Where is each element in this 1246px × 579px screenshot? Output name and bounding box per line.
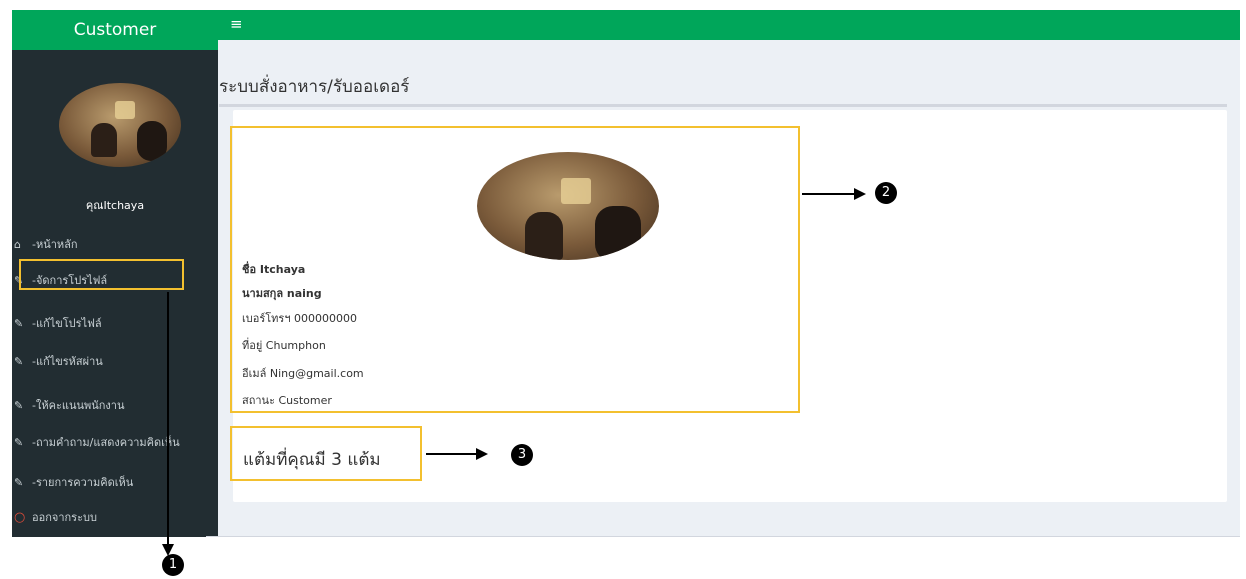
sidebar-item-comments[interactable]: ✎ -รายการความคิดเห็น (14, 473, 133, 491)
sidebar-item-label: -แก้ไขโปรไฟล์ (32, 317, 102, 330)
sidebar-user-name: คุณItchaya (85, 199, 145, 212)
callout-2: 2 (875, 182, 897, 204)
edit-icon: ✎ (14, 475, 24, 489)
sidebar-item-change-password[interactable]: ✎ -แก้ไขรหัสผ่าน (14, 352, 103, 370)
highlight-box-1 (19, 259, 184, 290)
page-title: ระบบสั่งอาหาร/รับออเดอร์ (219, 77, 410, 97)
edit-icon: ✎ (14, 354, 24, 368)
callout-1: 1 (162, 554, 184, 576)
brand-logo[interactable]: Customer (12, 10, 218, 50)
sidebar-item-label: -ถามคำถาม/แสดงความคิดเห็น (32, 436, 180, 449)
divider (219, 104, 1227, 107)
arrow-right (802, 188, 866, 200)
callout-3: 3 (511, 444, 533, 466)
sidebar-item-label: -แก้ไขรหัสผ่าน (32, 355, 103, 368)
edit-icon: ✎ (14, 316, 24, 330)
top-navbar: ≡ (218, 10, 1240, 40)
arrow-right (426, 448, 488, 460)
sidebar-item-ask-question[interactable]: ✎ -ถามคำถาม/แสดงความคิดเห็น (14, 433, 180, 451)
edit-icon: ✎ (14, 398, 24, 412)
divider (206, 536, 1240, 537)
home-icon: ⌂ (14, 237, 21, 251)
sidebar-item-rate-staff[interactable]: ✎ -ให้คะแนนพนักงาน (14, 396, 125, 414)
highlight-box-3 (230, 426, 422, 481)
sidebar-item-label: ออกจากระบบ (32, 511, 97, 524)
sidebar-item-logout[interactable]: ○ ออกจากระบบ (14, 508, 97, 526)
highlight-box-2 (230, 126, 800, 413)
power-icon: ○ (14, 509, 26, 525)
sidebar-item-home[interactable]: ⌂ -หน้าหลัก (14, 235, 78, 253)
sidebar-item-label: -รายการความคิดเห็น (32, 476, 134, 489)
hamburger-icon[interactable]: ≡ (230, 15, 243, 33)
sidebar-avatar (59, 83, 181, 167)
sidebar-item-label: -หน้าหลัก (32, 238, 78, 251)
sidebar-item-label: -ให้คะแนนพนักงาน (32, 399, 125, 412)
sidebar-item-edit-profile[interactable]: ✎ -แก้ไขโปรไฟล์ (14, 314, 102, 332)
edit-icon: ✎ (14, 435, 24, 449)
arrow-down (162, 292, 174, 556)
